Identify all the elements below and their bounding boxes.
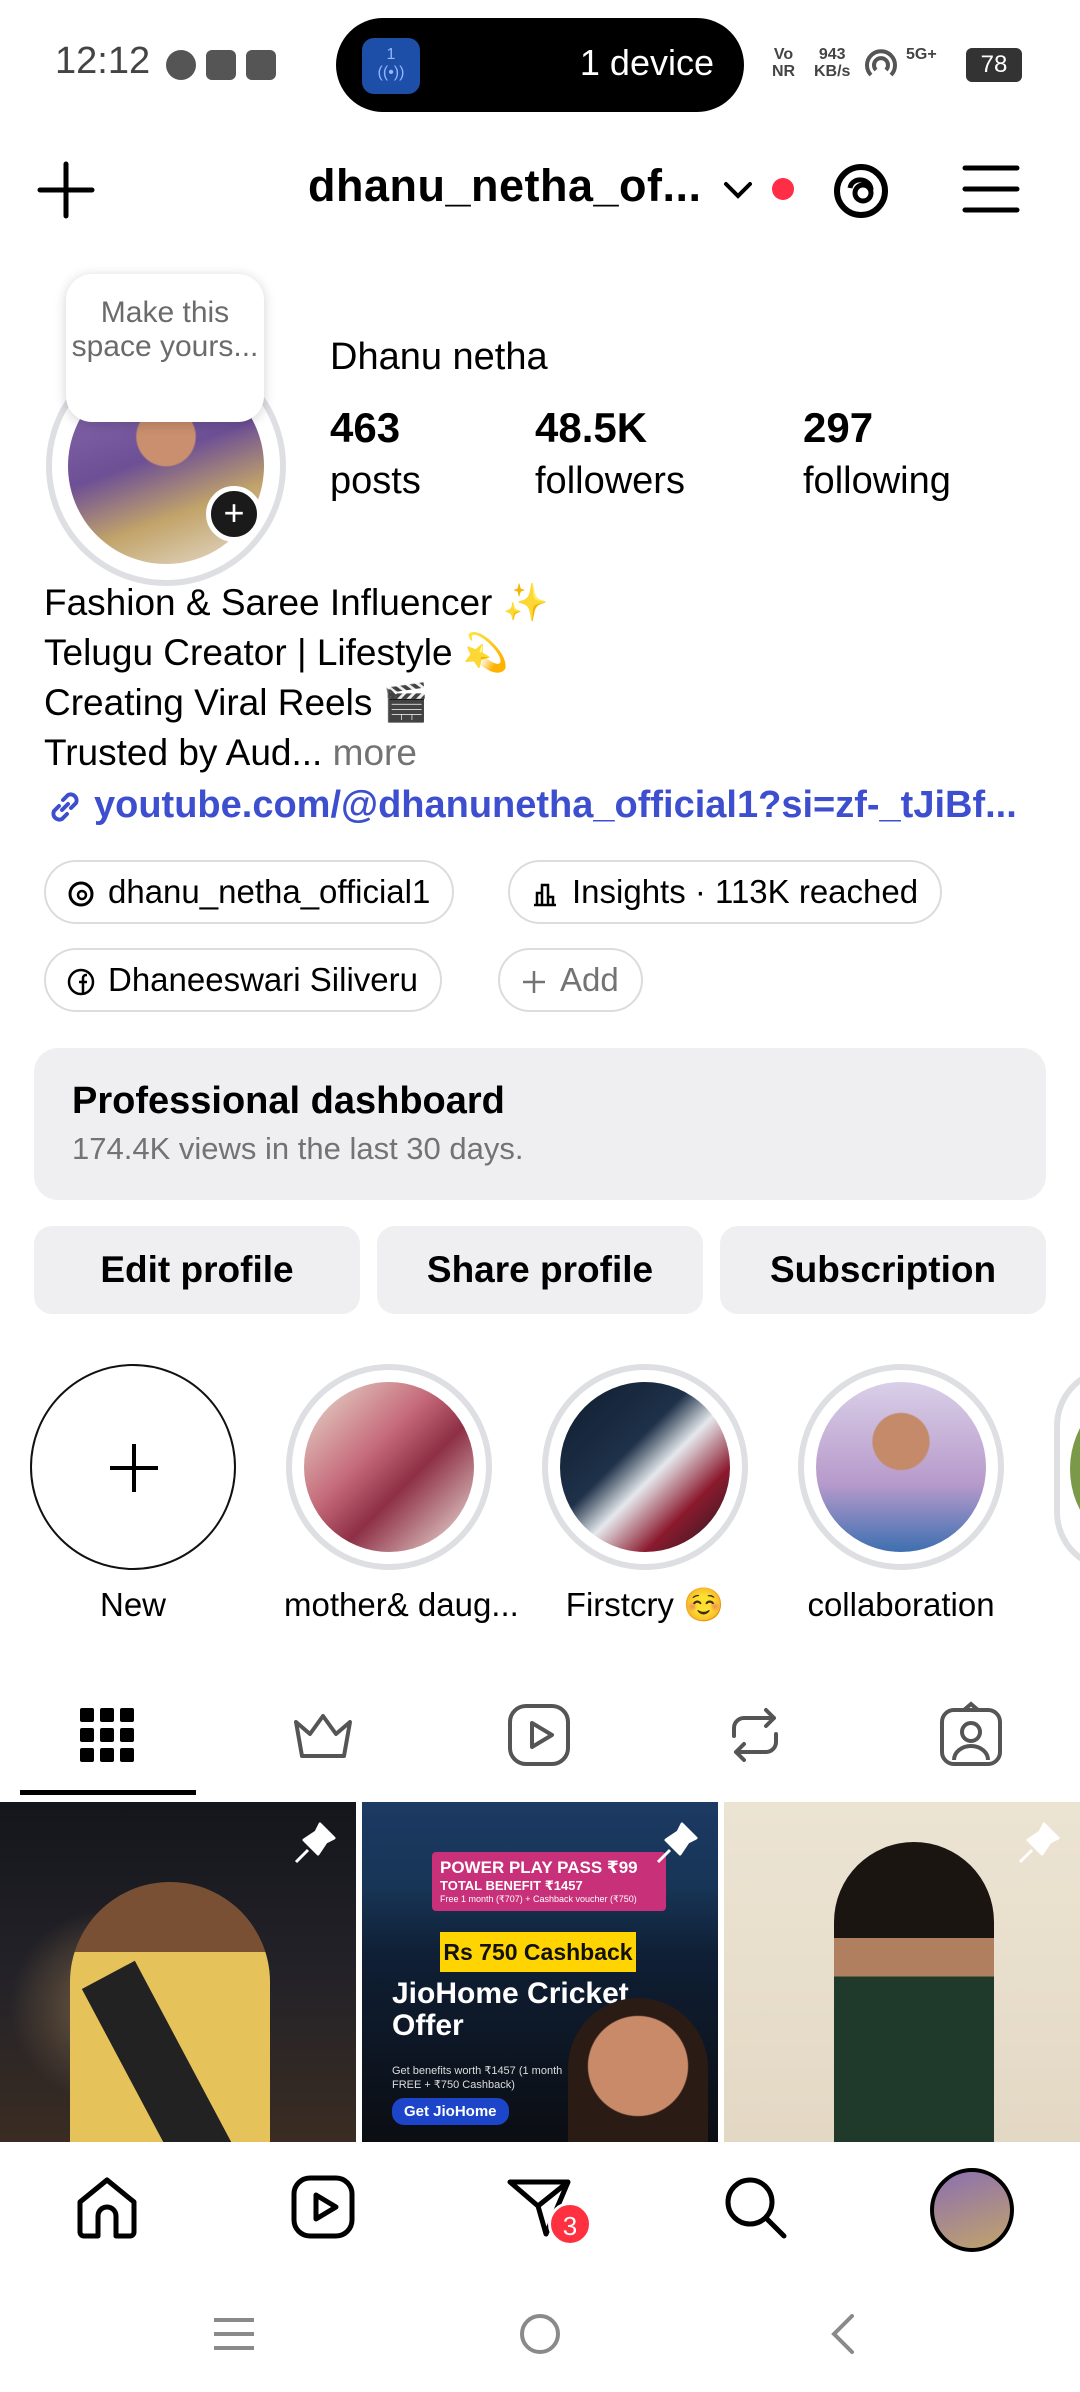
highlight-item[interactable]: mother& daug... <box>284 1364 519 1624</box>
following-stat[interactable]: 297 following <box>803 404 951 503</box>
share-profile-button[interactable]: Share profile <box>377 1226 703 1314</box>
highlight-label: Firstcry ☺️ <box>565 1586 725 1623</box>
threads-icon[interactable] <box>830 160 892 222</box>
grid-tab-icon[interactable] <box>72 1700 142 1770</box>
dashboard-subtitle: 174.4K views in the last 30 days. <box>72 1131 524 1166</box>
home-icon[interactable] <box>72 2172 142 2242</box>
profile-avatar-tab[interactable] <box>930 2168 1014 2252</box>
device-count: 1 device <box>579 42 714 83</box>
app-notification-icon <box>246 50 276 80</box>
highlight-new[interactable]: New <box>28 1364 238 1624</box>
promo-cta: Get JioHome <box>392 2098 509 2125</box>
back-icon[interactable] <box>828 2312 858 2356</box>
bottom-navigation: 3 <box>0 2142 1080 2276</box>
highlight-label: collaboration <box>807 1586 995 1623</box>
plus-icon <box>523 971 545 994</box>
system-navigation-bar <box>0 2290 1080 2392</box>
bio-link[interactable]: youtube.com/@dhanunetha_official1?si=zf-… <box>44 784 1017 828</box>
home-button-icon[interactable] <box>518 2312 562 2356</box>
followers-count: 48.5K <box>535 404 648 451</box>
highlight-item[interactable]: Firstcry ☺️ <box>540 1364 750 1625</box>
username-switcher[interactable]: dhanu_netha_of... <box>308 160 702 212</box>
signal-indicator: 5G+ <box>906 46 937 63</box>
battery-indicator: 78 <box>966 48 1022 82</box>
device-connection-pill[interactable]: 1 ((•)) 1 device <box>336 18 744 112</box>
display-name: Dhanu netha <box>330 336 548 378</box>
posts-count: 463 <box>330 404 401 451</box>
volte-indicator: Vo NR <box>772 46 796 80</box>
highlight-label: New <box>99 1586 167 1623</box>
bio-line: Fashion & Saree Influencer ✨ <box>44 582 549 623</box>
highlight-item[interactable]: collaboration <box>796 1364 1006 1624</box>
plus-icon[interactable] <box>36 160 96 220</box>
tagged-tab-icon[interactable] <box>936 1700 1006 1770</box>
pin-icon <box>1018 1822 1060 1864</box>
subscription-button[interactable]: Subscription <box>720 1226 1046 1314</box>
facebook-chip[interactable]: Dhaneeswari Siliveru <box>44 948 442 1012</box>
followers-label: followers <box>535 460 685 502</box>
network-speed: 943 KB/s <box>814 46 851 80</box>
following-label: following <box>803 460 951 502</box>
messages-badge: 3 <box>548 2202 592 2246</box>
hamburger-menu-icon[interactable] <box>962 162 1020 216</box>
bio-line: Telugu Creator | Lifestyle 💫 <box>44 632 509 673</box>
highlight-label: mother& daug... <box>284 1586 519 1623</box>
highlight-item-partial[interactable] <box>1054 1366 1080 1572</box>
note-bubble[interactable]: Make this space yours... <box>66 274 264 422</box>
following-count: 297 <box>803 404 874 451</box>
broadcast-icon: 1 ((•)) <box>362 38 420 94</box>
bio: Fashion & Saree Influencer ✨ Telugu Crea… <box>44 578 549 778</box>
add-story-button[interactable]: + <box>206 486 262 542</box>
highlight-cover <box>304 1382 474 1552</box>
add-link-chip[interactable]: Add <box>498 948 643 1012</box>
threads-icon <box>68 881 94 907</box>
facebook-icon <box>67 969 95 996</box>
threads-chip[interactable]: dhanu_netha_official1 <box>44 860 455 924</box>
recent-apps-icon[interactable] <box>212 2314 256 2354</box>
hotspot-icon <box>865 49 897 77</box>
status-time: 12:12 <box>55 40 151 82</box>
promo-details: Get benefits worth ₹1457 (1 month FREE +… <box>392 2065 563 2091</box>
crown-subscription-tab-icon[interactable] <box>288 1700 358 1770</box>
profile-tabs <box>0 1686 1080 1796</box>
pin-icon <box>656 1822 698 1864</box>
dashboard-title: Professional dashboard <box>72 1080 505 1122</box>
highlight-cover <box>560 1382 730 1552</box>
bio-line: Trusted by Aud... more <box>44 732 417 773</box>
chevron-down-icon[interactable] <box>718 170 758 210</box>
insights-chip[interactable]: Insights · 113K reached <box>508 860 943 924</box>
search-icon[interactable] <box>720 2172 790 2242</box>
status-bar: 12:12 1 ((•)) 1 device Vo NR 943 KB/s 5G+… <box>0 0 1080 130</box>
followers-stat[interactable]: 48.5K followers <box>535 404 685 503</box>
grid-post[interactable] <box>724 1802 1080 2142</box>
pin-icon <box>294 1822 336 1864</box>
profile-header: dhanu_netha_of... <box>0 140 1080 240</box>
promo-banner: POWER PLAY PASS ₹99 TOTAL BENEFIT ₹1457 … <box>432 1852 666 1911</box>
app-notification-icon <box>206 50 236 80</box>
plus-icon <box>110 1444 158 1492</box>
reels-icon[interactable] <box>288 2172 358 2242</box>
posts-stat[interactable]: 463 posts <box>330 404 421 503</box>
notification-dot <box>772 178 794 200</box>
reposts-tab-icon[interactable] <box>720 1700 790 1770</box>
highlight-cover <box>1070 1382 1080 1556</box>
reels-tab-icon[interactable] <box>504 1700 574 1770</box>
new-highlight-circle <box>30 1364 236 1570</box>
bar-chart-icon <box>534 884 556 907</box>
facebook-notification-icon <box>166 50 196 80</box>
professional-dashboard[interactable]: Professional dashboard 174.4K views in t… <box>34 1048 1046 1200</box>
link-icon <box>51 792 79 822</box>
highlight-cover <box>816 1382 986 1552</box>
bio-more-link[interactable]: more <box>322 732 417 773</box>
promo-cashback: Rs 750 Cashback <box>440 1932 636 1972</box>
edit-profile-button[interactable]: Edit profile <box>34 1226 360 1314</box>
grid-post[interactable]: POWER PLAY PASS ₹99 TOTAL BENEFIT ₹1457 … <box>362 1802 718 2142</box>
active-tab-indicator <box>20 1790 196 1795</box>
grid-post[interactable] <box>0 1802 356 2142</box>
bio-line: Creating Viral Reels 🎬 <box>44 682 429 723</box>
posts-label: posts <box>330 460 421 502</box>
